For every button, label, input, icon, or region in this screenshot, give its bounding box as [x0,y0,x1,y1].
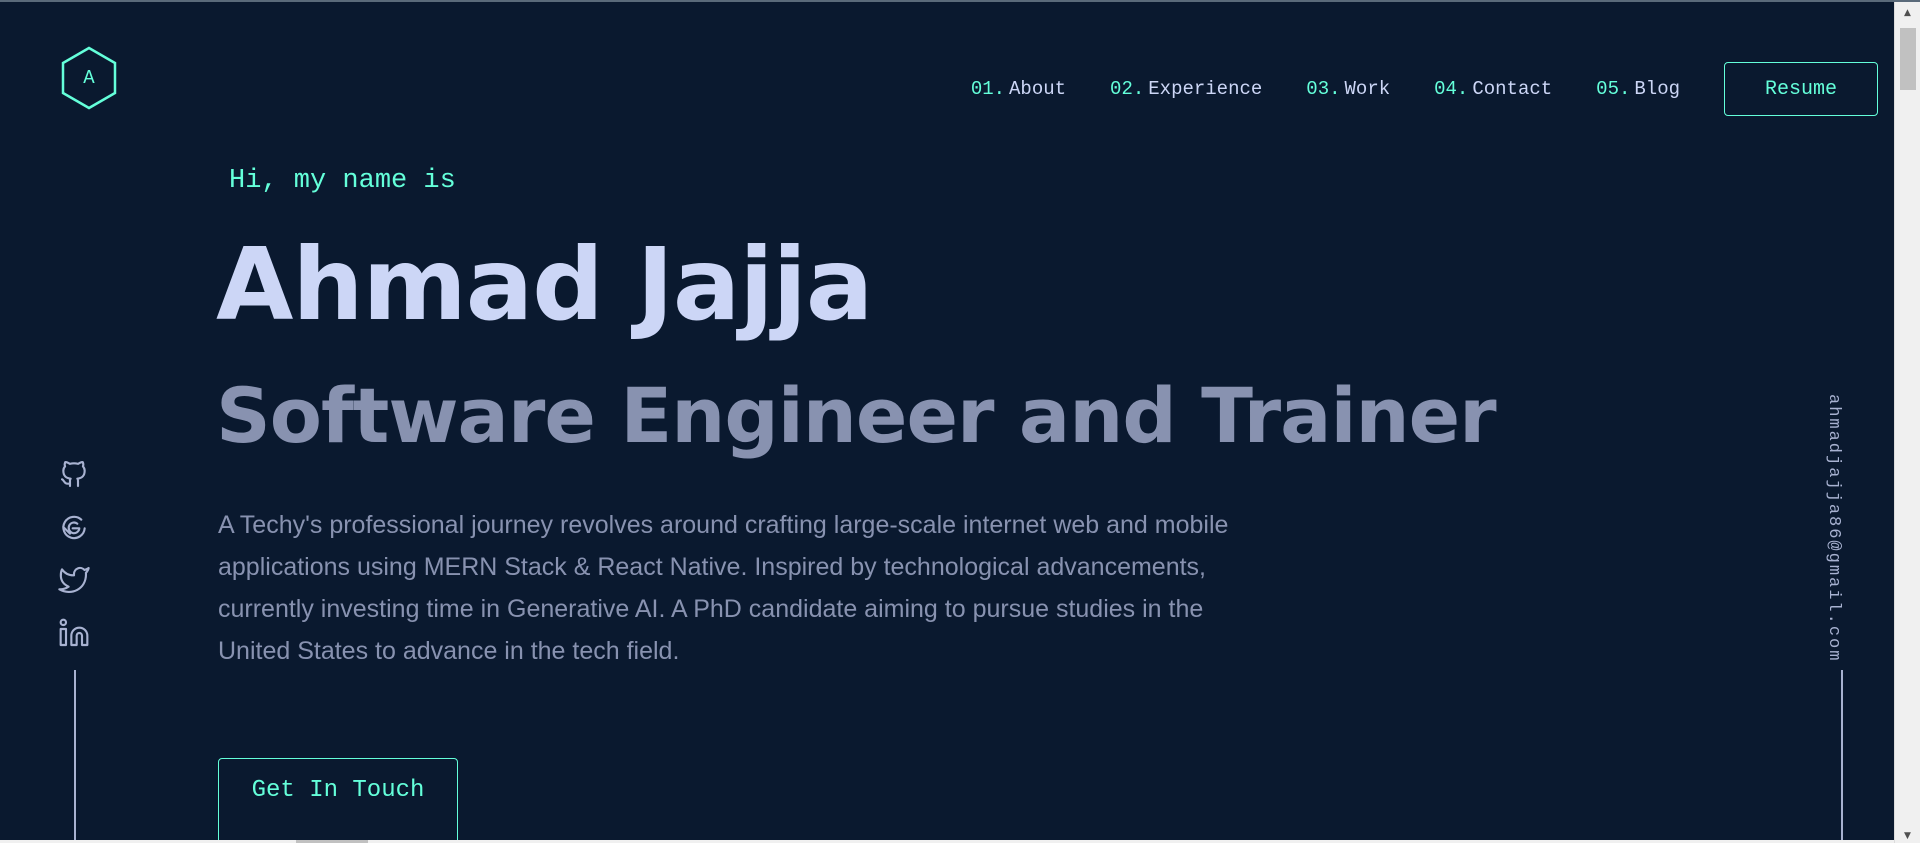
nav-item-work[interactable]: 03. Work [1306,78,1390,100]
nav-label: About [1009,78,1067,100]
portfolio-page: A 01. About 02. Experience 03. Work 04. … [0,0,1920,843]
github-link[interactable] [58,458,90,490]
codepen-icon [62,515,86,540]
nav-number: 01. [970,78,1006,100]
hero-bio: A Techy's professional journey revolves … [218,511,1229,665]
nav-number: 02. [1110,78,1145,100]
scrollbar-thumb[interactable] [1900,28,1916,90]
hero-greeting: Hi, my name is [229,166,456,196]
vertical-scrollbar[interactable]: ▲ ▼ [1894,2,1920,843]
nav-item-contact[interactable]: 04. Contact [1434,78,1552,100]
nav-item-blog[interactable]: 05. Blog [1596,78,1680,100]
codepen-link[interactable] [58,511,90,543]
right-divider-line [1841,670,1843,843]
nav-label: Work [1344,78,1391,100]
nav-label: Blog [1634,78,1680,100]
scroll-down-arrow-icon[interactable]: ▼ [1895,827,1920,843]
scroll-up-arrow-icon[interactable]: ▲ [1895,4,1920,22]
nav-item-about[interactable]: 01. About [971,78,1066,100]
hero-tagline: Software Engineer and Trainer [216,371,1497,460]
logo-letter: A [83,67,95,89]
main-nav: 01. About 02. Experience 03. Work 04. Co… [971,62,1878,116]
nav-number: 04. [1434,78,1469,100]
nav-label: Contact [1472,78,1553,100]
twitter-icon [58,566,90,593]
linkedin-icon [59,618,89,647]
email-link[interactable]: ahmadjajja86@gmail.com [1824,394,1843,662]
left-divider-line [74,670,76,843]
nav-number: 05. [1596,78,1631,100]
social-links [58,458,90,670]
nav-number: 03. [1306,78,1341,100]
twitter-link[interactable] [58,564,90,596]
github-icon [60,461,86,488]
resume-button[interactable]: Resume [1724,62,1878,116]
nav-item-experience[interactable]: 02. Experience [1110,78,1262,100]
logo[interactable]: A [60,46,118,110]
hero-name: Ahmad Jajja [216,226,873,343]
linkedin-link[interactable] [58,617,90,649]
get-in-touch-button[interactable]: Get In Touch [218,758,458,843]
nav-label: Experience [1148,78,1263,100]
